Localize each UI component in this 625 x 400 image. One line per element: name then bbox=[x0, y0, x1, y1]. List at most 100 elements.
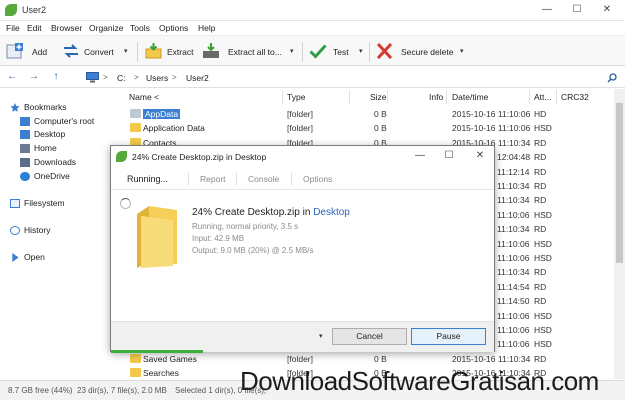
file-attributes: RD bbox=[534, 137, 547, 148]
sidebar-history-label: History bbox=[24, 225, 51, 235]
tab-separator bbox=[188, 172, 189, 186]
up-arrow-icon[interactable]: ↑ bbox=[50, 71, 62, 83]
downloads-icon bbox=[20, 158, 30, 167]
computer-icon[interactable] bbox=[86, 72, 99, 83]
tab-running[interactable]: Running... bbox=[127, 174, 168, 184]
secure-delete-dropdown-icon[interactable]: ▾ bbox=[460, 47, 464, 55]
column-separator bbox=[282, 90, 283, 104]
play-icon bbox=[12, 253, 19, 262]
operation-status: Running, normal priority, 3.5 s bbox=[192, 222, 299, 231]
tab-console[interactable]: Console bbox=[248, 174, 279, 184]
extract-all-dropdown-icon[interactable]: ▾ bbox=[290, 47, 294, 55]
column-header-attributes[interactable]: Att... bbox=[534, 92, 551, 102]
file-attributes: HSD bbox=[534, 209, 552, 220]
test-button[interactable]: Test ▾ bbox=[309, 39, 365, 64]
title-bar: User2 — ☐ ✕ bbox=[0, 0, 625, 21]
busy-spinner-icon bbox=[120, 198, 131, 209]
sidebar: Bookmarks Computer's root Desktop Home D… bbox=[0, 89, 122, 379]
file-type: [folder] bbox=[287, 109, 313, 119]
menu-file[interactable]: File bbox=[6, 23, 20, 33]
dialog-title-bar: 24% Create Desktop.zip in Desktop — ☐ ✕ bbox=[111, 146, 494, 167]
menu-browser[interactable]: Browser bbox=[51, 23, 82, 33]
menu-tools[interactable]: Tools bbox=[130, 23, 150, 33]
test-label: Test bbox=[333, 47, 349, 57]
operation-title: 24% Create Desktop.zip in Desktop bbox=[192, 207, 350, 218]
file-datetime: 11:12:14 bbox=[497, 166, 530, 177]
maximize-button[interactable]: ☐ bbox=[563, 2, 591, 18]
menu-bar: File Edit Browser Organize Tools Options… bbox=[0, 21, 625, 35]
forward-arrow-icon[interactable]: → bbox=[28, 71, 40, 83]
toolbar-separator bbox=[302, 42, 303, 62]
file-name: Application Data bbox=[143, 123, 205, 134]
peazip-logo-icon bbox=[116, 151, 127, 162]
menu-help[interactable]: Help bbox=[198, 23, 215, 33]
test-dropdown-icon[interactable]: ▾ bbox=[359, 47, 363, 55]
folder-icon bbox=[130, 368, 141, 378]
tab-report[interactable]: Report bbox=[200, 174, 226, 184]
file-size: 0 B bbox=[374, 123, 387, 134]
column-header-crc32[interactable]: CRC32 bbox=[561, 92, 589, 102]
breadcrumb-drive[interactable]: C: bbox=[117, 73, 126, 83]
filesystem-icon bbox=[10, 199, 20, 208]
extract-icon bbox=[145, 43, 162, 59]
menu-organize[interactable]: Organize bbox=[89, 23, 124, 33]
star-icon bbox=[10, 103, 20, 112]
file-datetime: 11:14:50 bbox=[497, 296, 530, 307]
breadcrumb-user2[interactable]: User2 bbox=[186, 73, 209, 83]
close-button[interactable]: ✕ bbox=[593, 2, 621, 18]
secure-delete-button[interactable]: Secure delete ▾ bbox=[376, 39, 470, 64]
vertical-scrollbar[interactable] bbox=[614, 89, 625, 379]
table-row[interactable]: AppData [folder] 0 B 2015-10-16 11:10:06 HD bbox=[124, 107, 614, 121]
extract-button[interactable]: Extract bbox=[145, 39, 195, 64]
file-attributes: RD bbox=[534, 181, 547, 191]
dialog-minimize-button[interactable]: — bbox=[410, 149, 430, 163]
column-header-size[interactable]: Size bbox=[370, 92, 387, 102]
scrollbar-thumb[interactable] bbox=[616, 103, 623, 263]
column-separator bbox=[556, 90, 557, 104]
minimize-button[interactable]: — bbox=[533, 2, 561, 18]
dialog-options-dropdown-icon[interactable]: ▾ bbox=[319, 332, 323, 340]
tab-options[interactable]: Options bbox=[303, 174, 332, 184]
file-attributes: HSD bbox=[534, 253, 552, 263]
sidebar-bookmarks-label: Bookmarks bbox=[24, 102, 67, 112]
column-header-name[interactable]: Name < bbox=[129, 92, 159, 102]
breadcrumb-users[interactable]: Users bbox=[146, 73, 168, 83]
column-header-type[interactable]: Type bbox=[287, 92, 305, 102]
cancel-button[interactable]: Cancel bbox=[332, 328, 407, 345]
file-datetime: 2015-10-16 11:10:06 bbox=[452, 109, 531, 119]
add-label: Add bbox=[32, 47, 48, 57]
column-separator bbox=[446, 90, 447, 104]
operation-output: Output: 9.0 MB (20%) @ 2.5 MB/s bbox=[192, 246, 314, 255]
file-type: [folder] bbox=[287, 123, 313, 134]
table-row[interactable]: Saved Games [folder] 0 B 2015-10-16 11:10:3… bbox=[124, 352, 614, 366]
extract-label: Extract bbox=[167, 47, 194, 57]
menu-edit[interactable]: Edit bbox=[27, 23, 42, 33]
column-separator bbox=[529, 90, 530, 104]
column-header-datetime[interactable]: Date/time bbox=[452, 92, 488, 102]
extract-all-button[interactable]: Extract all to... ▾ bbox=[202, 39, 298, 64]
file-datetime: 11:10:06 bbox=[497, 310, 530, 321]
watermark: DownloadSoftwareGratisan.com bbox=[240, 366, 599, 396]
add-icon bbox=[6, 43, 23, 59]
convert-dropdown-icon[interactable]: ▾ bbox=[124, 47, 128, 55]
breadcrumb-separator: > bbox=[172, 73, 177, 82]
peazip-logo-icon bbox=[5, 4, 17, 16]
table-row[interactable]: Application Data [folder] 0 B 2015-10-16 11… bbox=[124, 121, 614, 135]
tab-separator bbox=[236, 172, 237, 186]
status-counts: 23 dir(s), 7 file(s), 2.0 MB bbox=[77, 386, 167, 395]
dialog-maximize-button[interactable]: ☐ bbox=[439, 149, 459, 163]
pause-button[interactable]: Pause bbox=[411, 328, 486, 345]
back-arrow-icon[interactable]: ← bbox=[6, 71, 18, 83]
computer-icon bbox=[20, 117, 30, 126]
operation-target-link[interactable]: Desktop bbox=[313, 207, 350, 218]
menu-options[interactable]: Options bbox=[159, 23, 188, 33]
add-button[interactable]: Add bbox=[6, 39, 51, 64]
search-icon[interactable] bbox=[607, 73, 617, 83]
toolbar-separator bbox=[369, 42, 370, 62]
dialog-close-button[interactable]: ✕ bbox=[470, 149, 490, 163]
extract-all-label: Extract all to... bbox=[228, 47, 282, 57]
status-free-space: 8.7 GB free (44%) bbox=[8, 386, 73, 395]
operation-input: Input: 42.9 MB bbox=[192, 234, 245, 243]
convert-button[interactable]: Convert ▾ bbox=[62, 39, 132, 64]
column-header-info[interactable]: Info bbox=[429, 92, 443, 102]
